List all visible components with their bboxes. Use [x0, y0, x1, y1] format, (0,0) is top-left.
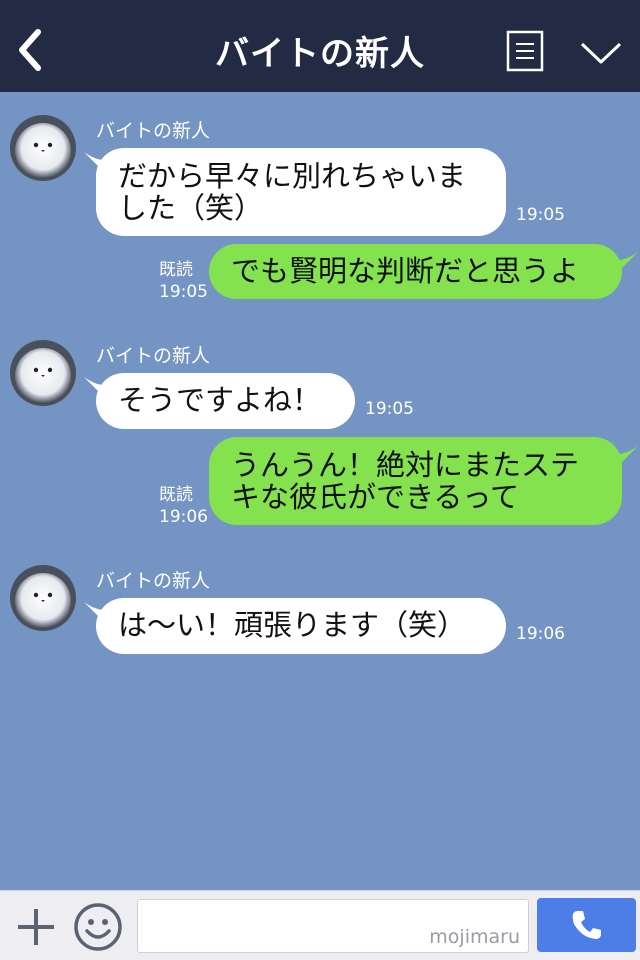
message-bubble[interactable]: だから早々に別れちゃいま した（笑）	[96, 148, 506, 236]
message-bubble[interactable]: でも賢明な判断だと思うよ	[209, 244, 622, 299]
read-label: 既読	[159, 485, 193, 505]
sender-name: バイトの新人	[96, 570, 211, 592]
message-line: キな彼氏ができるって	[231, 480, 519, 514]
read-receipt: 既読 19:06	[159, 484, 208, 528]
read-time: 19:06	[159, 507, 208, 527]
avatar[interactable]	[10, 340, 76, 406]
message-bubble[interactable]: そうですよね！	[96, 373, 355, 429]
menu-list-icon[interactable]	[506, 30, 544, 72]
message-line: そうですよね！	[118, 383, 322, 417]
read-receipt: 既読 19:05	[159, 259, 208, 303]
chat-header: バイトの新人	[0, 0, 640, 92]
message-input[interactable]: mojimaru	[137, 899, 529, 953]
sender-name: バイトの新人	[96, 345, 211, 367]
avatar[interactable]	[10, 565, 76, 631]
message-line: した（笑）	[118, 191, 264, 225]
message-bubble[interactable]: うんうん！絶対にまたステ キな彼氏ができるって	[209, 437, 622, 525]
message-line: でも賢明な判断だと思うよ	[231, 254, 580, 288]
chat-title: バイトの新人	[215, 34, 425, 74]
watermark: mojimaru	[429, 926, 520, 948]
smiley-icon[interactable]	[72, 901, 124, 953]
read-time: 19:05	[159, 282, 208, 302]
read-label: 既読	[159, 260, 193, 280]
avatar[interactable]	[10, 115, 76, 181]
sender-name: バイトの新人	[96, 120, 211, 142]
message-line: は〜い！頑張ります（笑）	[118, 608, 467, 642]
plus-icon[interactable]	[14, 905, 58, 949]
message-bubble[interactable]: は〜い！頑張ります（笑）	[96, 598, 506, 654]
message-time: 19:05	[516, 205, 565, 225]
input-bar: mojimaru	[0, 890, 640, 960]
call-button[interactable]	[537, 898, 636, 952]
chat-area[interactable]: バイトの新人 だから早々に別れちゃいま した（笑） 19:05 既読 19:05…	[0, 92, 640, 890]
message-line: だから早々に別れちゃいま	[118, 159, 467, 193]
message-line: うんうん！絶対にまたステ	[231, 448, 580, 482]
phone-icon	[572, 911, 601, 939]
chevron-down-icon[interactable]	[578, 36, 624, 70]
message-time: 19:05	[365, 399, 414, 419]
message-time: 19:06	[516, 624, 565, 644]
